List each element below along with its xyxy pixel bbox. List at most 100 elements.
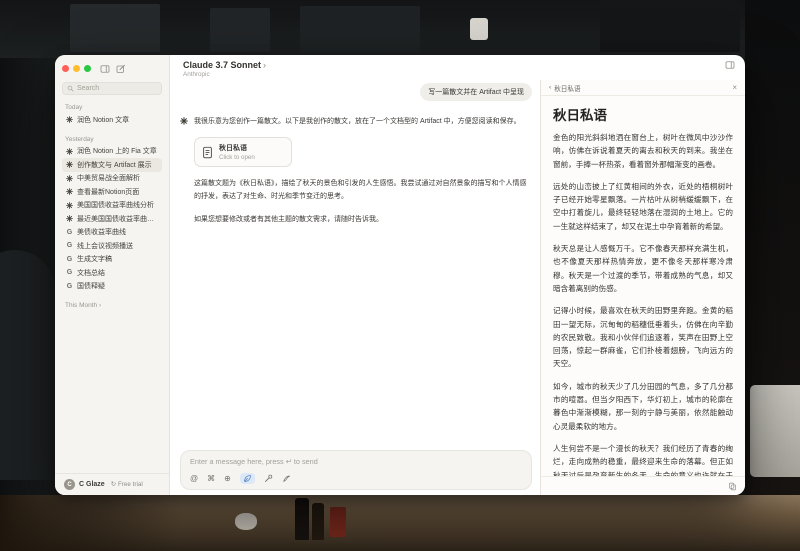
sidebar-item-label: 美债收益率曲线 (77, 227, 126, 237)
tools-wrench-icon[interactable] (264, 474, 273, 483)
artifact-panel-header: ‹ 秋日私语 × (541, 80, 745, 96)
artifact-panel-footer (541, 476, 745, 495)
sidebar-item[interactable]: 润色 Notion 文章 (62, 113, 162, 127)
message-composer[interactable]: Enter a message here, press ↵ to send @ … (180, 450, 532, 490)
coffee-machine (750, 385, 800, 477)
zoom-traffic-light[interactable] (84, 65, 91, 72)
counter-shadow (0, 495, 180, 551)
refresh-icon: ↻ (111, 481, 116, 488)
sidebar-item[interactable]: G 生成文字稿 (62, 253, 162, 267)
sidebar-item-label: 国债释疑 (77, 281, 105, 291)
web-search-icon[interactable]: ⊕ (224, 474, 231, 483)
essay-paragraph: 如今，城市的秋天少了几分田园的气息，多了几分都市的喧嚣。但当夕阳西下，华灯初上，… (553, 380, 733, 433)
sidebar-item-label: 美国国债收益率曲线分析 (77, 200, 154, 210)
section-label-this-month[interactable]: This Month › (65, 302, 159, 309)
sidebar-item-label: 创作散文与 Artifact 展示 (77, 160, 152, 170)
sidebar-item[interactable]: 美国国债收益率曲线分析 (62, 199, 162, 213)
plan-badge-label: Free trial (118, 481, 143, 488)
artifacts-toggle-active[interactable] (240, 473, 255, 484)
sidebar-item-label: 查看最新Notion页面 (77, 187, 139, 197)
background-shelf (0, 0, 800, 58)
main-area: Claude 3.7 Sonnet› Anthropic 写一篇散文并在 Art… (170, 55, 745, 495)
sidebar-item[interactable]: G 美债收益率曲线 (62, 226, 162, 240)
avatar: C (64, 479, 75, 490)
window-titlebar (62, 62, 162, 75)
copy-icon[interactable] (728, 482, 737, 491)
chat-header: Claude 3.7 Sonnet› Anthropic (170, 55, 745, 80)
command-shortcuts-icon[interactable]: ⌘ (207, 474, 215, 483)
quill-icon[interactable] (282, 474, 291, 483)
sidebar-item-label: 最近美国国债收益率曲线给... (77, 214, 158, 224)
red-object (330, 507, 346, 537)
assistant-intro-text: 我很乐意为您创作一篇散文。以下是我创作的散文，放在了一个文档型的 Artifac… (194, 116, 521, 128)
background-person (0, 250, 55, 480)
sidebar-item-selected[interactable]: 创作散文与 Artifact 展示 (62, 158, 162, 172)
artifact-card-subtitle: Click to open (219, 154, 255, 161)
claude-logo-icon (66, 161, 73, 168)
shelf-box (210, 8, 270, 52)
claude-app-window: Search Today 润色 Notion 文章 Yesterday 润色 N… (55, 55, 745, 495)
composer-toolbar: @ ⌘ ⊕ (190, 473, 522, 484)
claude-logo-icon (66, 202, 73, 209)
google-logo-icon: G (66, 242, 73, 249)
chat-column: 写一篇散文并在 Artifact 中呈现 我很乐意为您创作一篇散文。以下是我创作… (170, 80, 540, 495)
claude-logo-icon (66, 175, 73, 182)
sidebar-item[interactable]: 最近美国国债收益率曲线给... (62, 212, 162, 226)
claude-logo-icon (66, 148, 73, 155)
artifact-panel-toggle-icon[interactable] (725, 60, 735, 70)
sidebar-toggle-icon[interactable] (100, 64, 110, 74)
new-chat-icon[interactable] (116, 64, 126, 74)
artifact-panel: ‹ 秋日私语 × 秋日私语 金色的阳光斜斜地洒在窗台上，树叶在微风中沙沙作响，仿… (540, 80, 745, 495)
essay-paragraph: 金色的阳光斜斜地洒在窗台上，树叶在微风中沙沙作响，仿佛在诉说着夏天的离去和秋天的… (553, 131, 733, 171)
essay-paragraph: 人生何尝不是一个漫长的秋天？我们经历了青春的绚烂，走向成熟的稳重，最终迎来生命的… (553, 442, 733, 476)
sidebar-item[interactable]: 查看最新Notion页面 (62, 185, 162, 199)
essay-paragraph: 秋天总是让人感慨万千。它不像春天那样充满生机，也不像夏天那样热情奔放，更不像冬天… (553, 242, 733, 295)
claude-logo-icon (66, 188, 73, 195)
sidebar-item-label: 生成文字稿 (77, 254, 112, 264)
shelf-cup (470, 18, 488, 40)
attach-icon[interactable]: @ (190, 474, 198, 483)
sidebar-item-label: 文档总结 (77, 268, 105, 278)
shelf-box (600, 0, 740, 52)
google-logo-icon: G (66, 256, 73, 263)
artifact-card[interactable]: 秋日私语 Click to open (194, 137, 292, 167)
minimize-traffic-light[interactable] (73, 65, 80, 72)
chevron-left-icon: ‹ (549, 84, 551, 91)
sidebar-item[interactable]: G 国债释疑 (62, 280, 162, 294)
document-icon (201, 146, 214, 159)
artifact-breadcrumb[interactable]: ‹ 秋日私语 (549, 83, 581, 93)
user-name: C Glaze (79, 481, 105, 488)
content-row: 写一篇散文并在 Artifact 中呈现 我很乐意为您创作一篇散文。以下是我创作… (170, 80, 745, 495)
section-label-today: Today (65, 104, 159, 111)
artifact-card-title: 秋日私语 (219, 143, 255, 153)
artifact-document-body[interactable]: 金色的阳光斜斜地洒在窗台上，树叶在微风中沙沙作响，仿佛在诉说着夏天的离去和秋天的… (553, 131, 733, 476)
search-placeholder: Search (77, 85, 99, 92)
shelf-box (70, 4, 160, 52)
sidebar: Search Today 润色 Notion 文章 Yesterday 润色 N… (55, 55, 170, 495)
sidebar-item[interactable]: 润色 Notion 上的 Fia 文章 (62, 145, 162, 159)
composer-placeholder: Enter a message here, press ↵ to send (190, 457, 522, 466)
sidebar-item[interactable]: 中美贸易战全面解析 (62, 172, 162, 186)
assistant-followup-text: 如果您想要修改或者有其他主题的散文需求，请随时告诉我。 (194, 214, 530, 227)
search-icon (67, 85, 74, 92)
sidebar-item-label: 中美贸易战全面解析 (77, 173, 140, 183)
close-traffic-light[interactable] (62, 65, 69, 72)
artifact-title: 秋日私语 (553, 104, 733, 124)
essay-paragraph: 记得小时候，最喜欢在秋天的田野里奔跑。金黄的稻田一望无际，沉甸甸的稻穗低垂着头，… (553, 304, 733, 370)
sidebar-item-label: 润色 Notion 文章 (77, 115, 129, 125)
artifact-breadcrumb-label: 秋日私语 (554, 83, 580, 93)
google-logo-icon: G (66, 229, 73, 236)
sidebar-item[interactable]: G 文档总结 (62, 266, 162, 280)
plan-badge: ↻ Free trial (111, 481, 143, 488)
leaf-icon (243, 474, 252, 483)
essay-paragraph: 远处的山峦披上了红黄相间的外衣，近处的梧桐树叶子已经开始零星飘落。一片枯叶从树梢… (553, 180, 733, 233)
close-artifact-icon[interactable]: × (732, 83, 737, 92)
chevron-right-icon: › (263, 60, 266, 70)
bottle (312, 503, 324, 540)
sidebar-footer[interactable]: C C Glaze ↻ Free trial (55, 473, 169, 495)
sidebar-item[interactable]: G 线上会议视频播送 (62, 239, 162, 253)
claude-logo-icon (180, 117, 188, 125)
search-input[interactable]: Search (62, 82, 162, 95)
bottle (295, 498, 309, 540)
model-selector[interactable]: Claude 3.7 Sonnet› Anthropic (183, 60, 266, 78)
